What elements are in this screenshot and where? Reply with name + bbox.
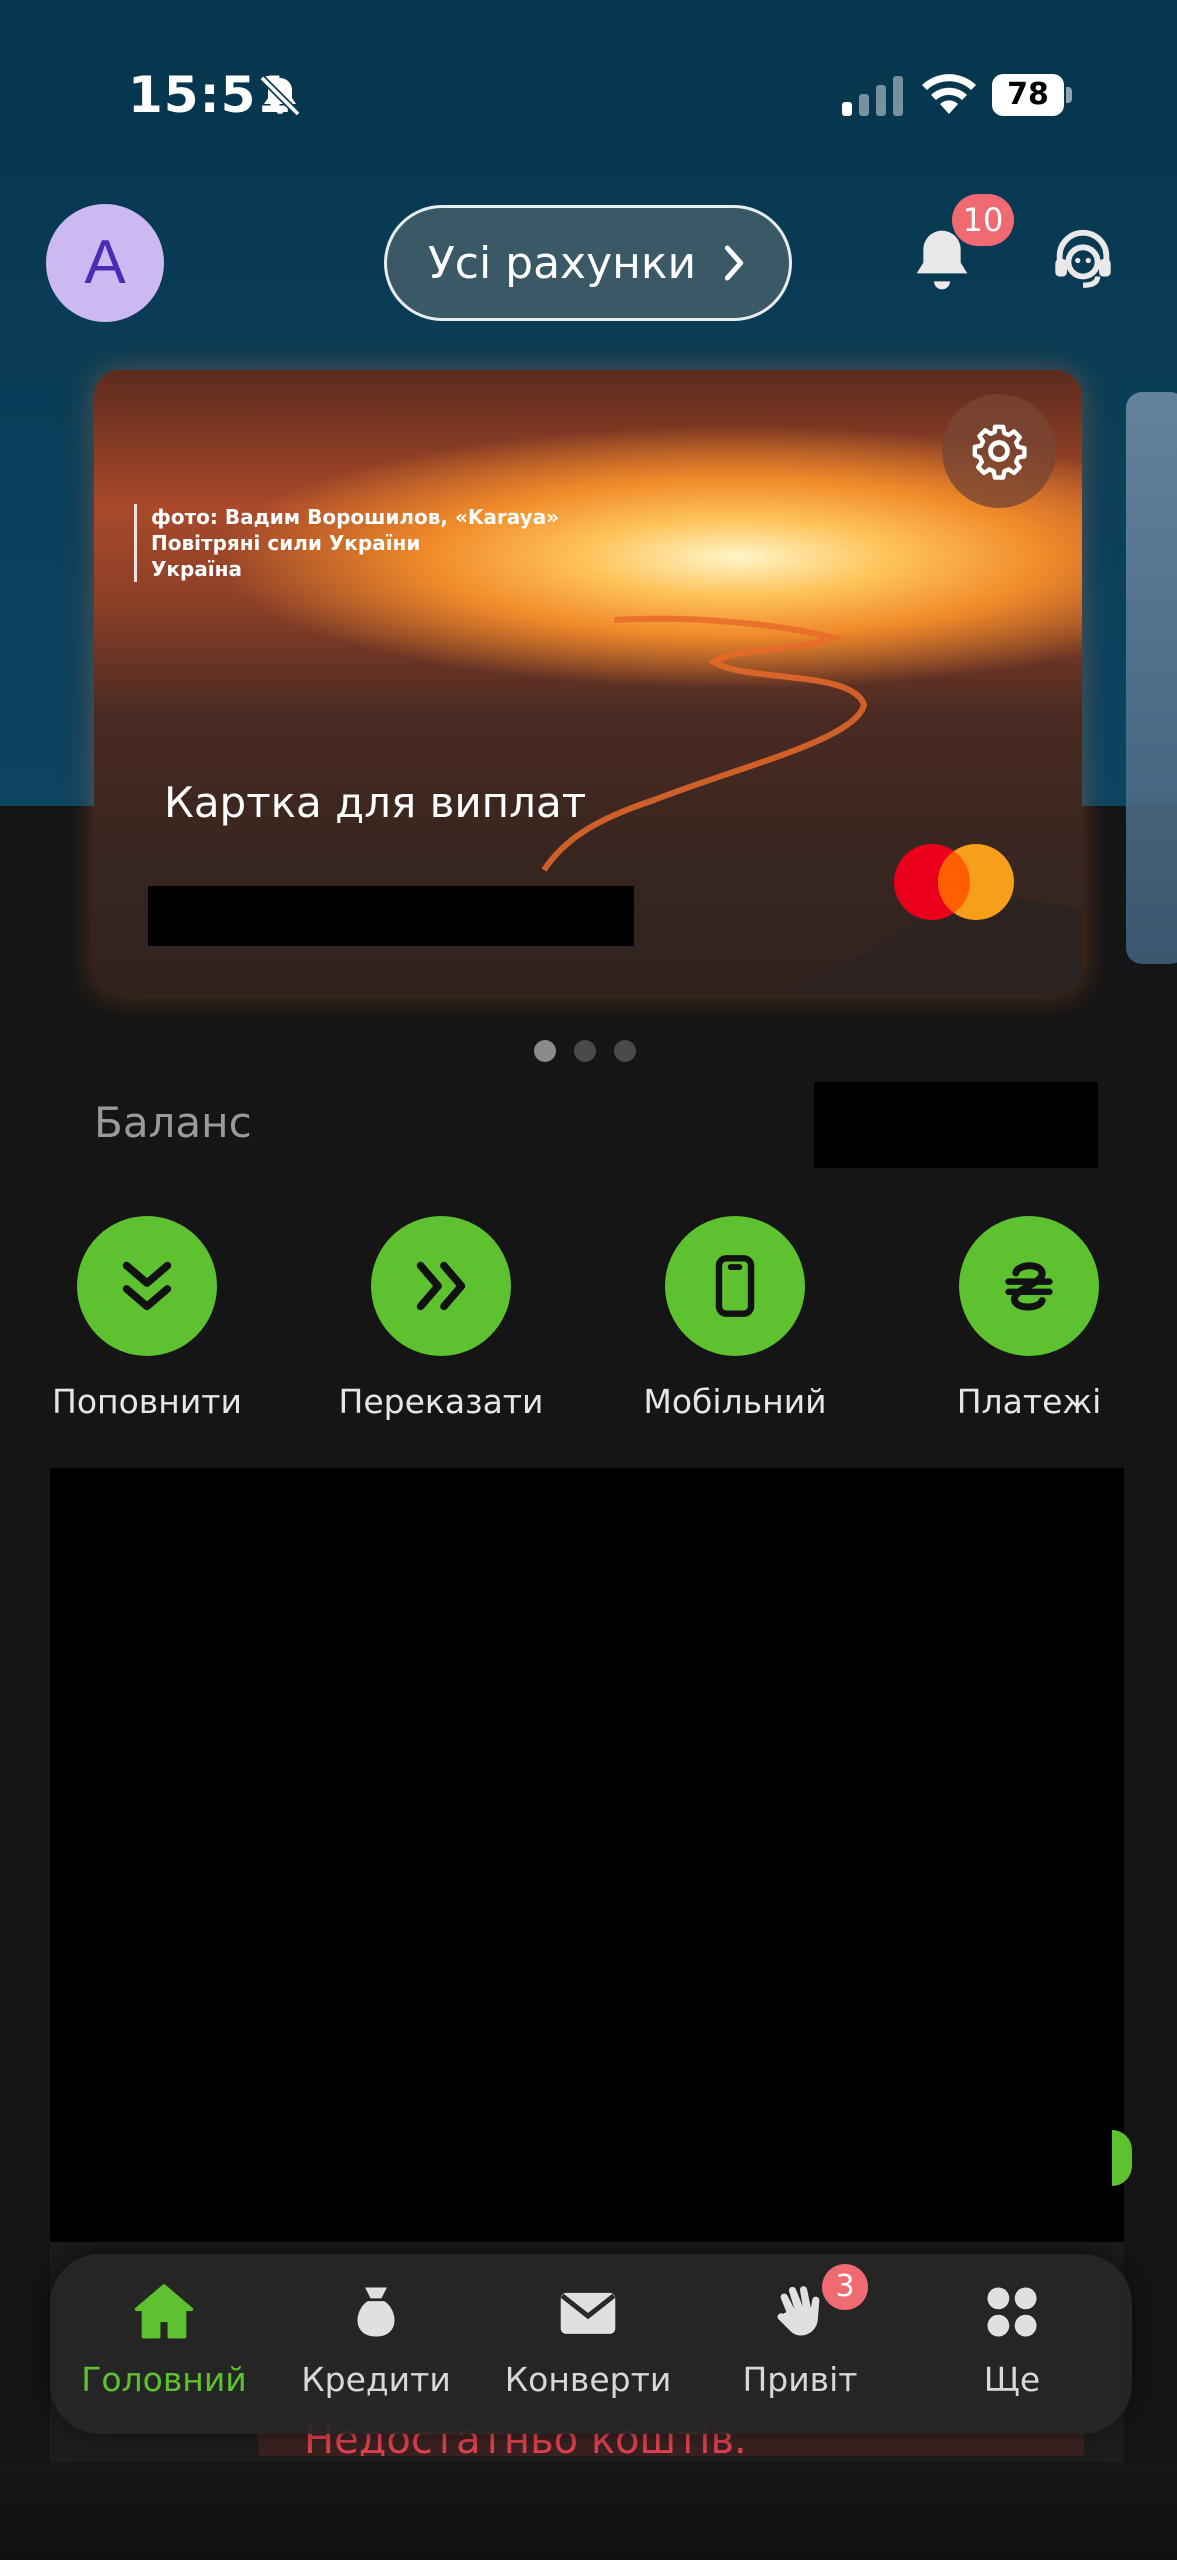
payout-card[interactable]: фото: Вадим Ворошилов, «Karaya» Повітрян…	[94, 370, 1082, 994]
bottom-area	[0, 2462, 1177, 2560]
battery-level: 78	[992, 74, 1064, 116]
mastercard-logo	[894, 844, 1014, 920]
tab-more-label: Ще	[983, 2360, 1041, 2399]
tab-envelopes-label: Конверти	[504, 2360, 672, 2399]
transactions-redacted	[50, 1468, 1124, 2242]
card-title: Картка для виплат	[164, 778, 587, 827]
all-accounts-button[interactable]: Усі рахунки	[384, 205, 792, 321]
wifi-icon	[922, 74, 976, 114]
next-card-peek[interactable]	[1126, 392, 1177, 964]
transfer-label: Переказати	[338, 1382, 544, 1421]
mobile-button[interactable]	[665, 1216, 805, 1356]
tab-envelopes[interactable]: Конверти	[488, 2282, 688, 2399]
mobile-action[interactable]: Мобільний	[605, 1216, 865, 1421]
chevron-right-icon	[724, 245, 744, 281]
home-icon	[134, 2284, 194, 2339]
bell-muted-icon	[259, 75, 301, 117]
photo-credit-line: Україна	[151, 557, 242, 581]
tab-hello-label: Привіт	[742, 2360, 858, 2399]
top-up-action[interactable]: Поповнити	[17, 1216, 277, 1421]
photo-credit-line: фото: Вадим Ворошилов, «Karaya»	[151, 505, 560, 529]
money-bag-icon	[357, 2287, 395, 2337]
card-number-redacted	[148, 886, 634, 946]
mobile-label: Мобільний	[643, 1382, 827, 1421]
top-up-label: Поповнити	[52, 1382, 242, 1421]
grid-dots-icon	[987, 2287, 1037, 2337]
balance-value-redacted	[814, 1082, 1098, 1168]
payments-action[interactable]: Платежі	[899, 1216, 1159, 1421]
chevrons-right-icon	[416, 1261, 466, 1311]
support-headset-icon[interactable]	[1048, 224, 1118, 294]
tab-home-label: Головний	[81, 2360, 247, 2399]
tab-more[interactable]: Ще	[912, 2282, 1112, 2399]
cellular-signal-icon	[842, 76, 903, 116]
photo-credit-line: Повітряні сили України	[151, 531, 421, 555]
pager-dot	[574, 1040, 596, 1062]
hello-badge: 3	[822, 2264, 868, 2310]
mobile-phone-icon	[715, 1255, 755, 1317]
pager-dot	[534, 1040, 556, 1062]
balance-label: Баланс	[94, 1098, 252, 1147]
envelope-icon	[560, 2292, 616, 2334]
chevrons-down-icon	[122, 1261, 172, 1311]
notifications-badge: 10	[952, 194, 1014, 246]
battery-tip	[1066, 87, 1072, 103]
top-up-button[interactable]	[77, 1216, 217, 1356]
bottom-tab-bar: Головний Кредити Конверти Привіт Ще	[50, 2254, 1132, 2434]
payments-button[interactable]	[959, 1216, 1099, 1356]
tab-hello[interactable]: Привіт	[700, 2282, 900, 2399]
hryvnia-icon	[1005, 1262, 1053, 1311]
battery-indicator: 78	[992, 74, 1072, 116]
payments-label: Платежі	[956, 1382, 1102, 1421]
all-accounts-label: Усі рахунки	[427, 237, 697, 289]
tab-home[interactable]: Головний	[64, 2282, 264, 2399]
avatar[interactable]: A	[46, 204, 164, 322]
transfer-action[interactable]: Переказати	[311, 1216, 571, 1421]
card-pager	[534, 1040, 636, 1062]
tab-credits[interactable]: Кредити	[276, 2282, 476, 2399]
transfer-button[interactable]	[371, 1216, 511, 1356]
gear-icon	[972, 424, 1027, 480]
card-settings-button[interactable]	[942, 394, 1056, 508]
tab-credits-label: Кредити	[301, 2360, 451, 2399]
pager-dot	[614, 1040, 636, 1062]
photo-credit: фото: Вадим Ворошилов, «Karaya» Повітрян…	[134, 504, 559, 582]
